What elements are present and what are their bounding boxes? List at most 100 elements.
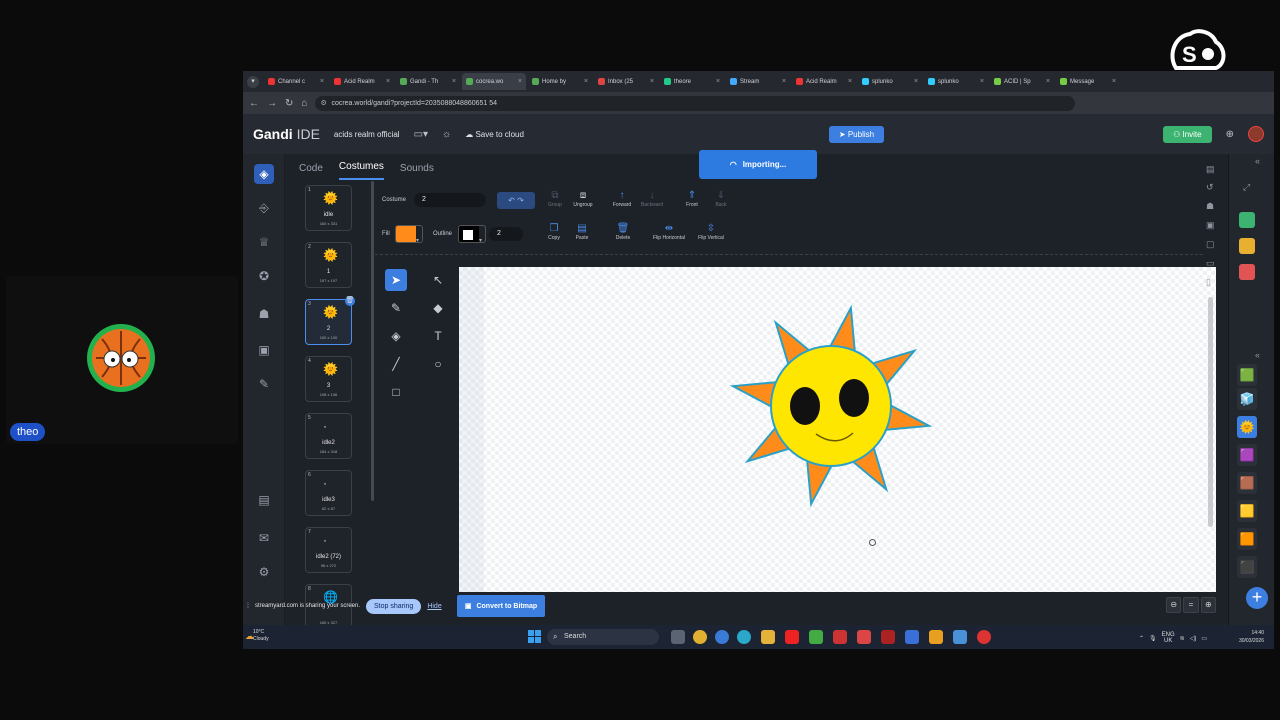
costume-item[interactable]: 6 · idle3 62 x 87 — [305, 470, 352, 516]
browser-tab[interactable]: Stream × — [726, 73, 790, 90]
terminal-icon[interactable]: ▭ — [1206, 258, 1215, 269]
rail-badge-icon[interactable]: ✪ — [254, 266, 274, 286]
hide-link[interactable]: Hide — [427, 603, 441, 610]
rail-edit-icon[interactable]: ✎ — [254, 374, 274, 394]
project-name[interactable]: acids realm official — [334, 130, 400, 139]
rail-chat-icon[interactable]: ✉ — [254, 528, 274, 548]
backward-button[interactable]: ↓ Backward — [637, 190, 667, 208]
text-tool-icon[interactable]: T — [427, 325, 449, 347]
copy-button[interactable]: ❐ Copy — [539, 223, 569, 241]
tab-costumes[interactable]: Costumes — [338, 161, 384, 180]
back-icon[interactable]: ← — [249, 98, 259, 109]
forward-button[interactable]: ↑ Forward — [607, 190, 637, 208]
convert-to-bitmap-button[interactable]: ▣ Convert to Bitmap — [457, 595, 545, 617]
browser-tab[interactable]: splunko × — [858, 73, 922, 90]
tab-close-icon[interactable]: × — [650, 78, 654, 85]
costume-list-scrollbar[interactable] — [371, 181, 374, 501]
costume-item[interactable]: 4 🌞 3 108 x 106 — [305, 356, 352, 402]
site-info-icon[interactable]: ⚙ — [320, 96, 326, 111]
flip-vertical-button[interactable]: ⇳ Flip Vertical — [691, 223, 731, 241]
wifi-icon[interactable]: ≋ — [1180, 635, 1185, 642]
rail-extension-icon[interactable]: ⎆ — [254, 198, 274, 218]
user-avatar[interactable] — [1248, 126, 1264, 142]
collapse-icon[interactable]: « — [1255, 156, 1260, 166]
outline-swatch[interactable]: ▾ — [458, 225, 486, 243]
invite-button[interactable]: ⚇ Invite — [1163, 125, 1212, 143]
app-icon-blue-2[interactable] — [953, 630, 967, 644]
tab-close-icon[interactable]: × — [716, 78, 720, 85]
app-icon-blue[interactable] — [905, 630, 919, 644]
group-button[interactable]: ⧉ Group — [540, 190, 570, 208]
tab-close-icon[interactable]: × — [386, 78, 390, 85]
sprite-thumb[interactable]: 🟨 — [1237, 500, 1257, 522]
undo-icon[interactable]: ↶ — [508, 196, 515, 205]
record-icon[interactable] — [977, 630, 991, 644]
tab-code[interactable]: Code — [299, 163, 323, 180]
sprites-collapse-icon[interactable]: « — [1255, 350, 1260, 360]
home-icon[interactable]: ⌂ — [301, 98, 307, 109]
forward-icon[interactable]: → — [267, 98, 277, 109]
costume-item[interactable]: 2 🌞 1 197 x 197 — [305, 242, 352, 288]
line-tool-icon[interactable]: ╱ — [385, 353, 407, 375]
sprite-thumb[interactable]: ⬛ — [1237, 556, 1257, 578]
rail-code-icon[interactable]: ◈ — [254, 164, 274, 184]
folder-icon[interactable]: ▭▾ — [414, 129, 428, 140]
rail-trophy-icon[interactable]: ♕ — [254, 232, 274, 252]
tray-chevron-icon[interactable]: ⌃ — [1139, 635, 1144, 642]
app-icon-red[interactable] — [833, 630, 847, 644]
robot-icon[interactable]: ☗ — [1206, 201, 1214, 212]
youtube-icon[interactable] — [785, 630, 799, 644]
volume-icon[interactable]: ◁) — [1190, 635, 1197, 642]
publish-button[interactable]: ➤ Publish — [828, 125, 885, 143]
browser-tab[interactable]: Home by × — [528, 73, 592, 90]
browser-tab[interactable]: splunko × — [924, 73, 988, 90]
save-to-cloud-button[interactable]: ☁ Save to cloud — [465, 130, 524, 139]
reload-icon[interactable]: ↻ — [285, 98, 293, 109]
app-icon-red-3[interactable] — [881, 630, 895, 644]
clock[interactable]: 14:40 30/03/2026 — [1239, 629, 1264, 645]
rectangle-tool-icon[interactable]: □ — [385, 381, 407, 403]
edge-icon[interactable] — [737, 630, 751, 644]
tab-close-icon[interactable]: × — [320, 78, 324, 85]
outline-width-input[interactable]: 2 — [489, 227, 523, 241]
add-sprite-button[interactable]: + — [1246, 587, 1268, 609]
sprite-thumb[interactable]: 🟩 — [1237, 364, 1257, 386]
tab-close-icon[interactable]: × — [1046, 78, 1050, 85]
chrome-icon[interactable] — [693, 630, 707, 644]
weather-widget[interactable]: 10°C Cloudy — [253, 629, 269, 643]
lightbulb-icon[interactable]: ☼ — [442, 129, 451, 140]
history-icon[interactable]: ↺ — [1206, 182, 1214, 193]
costume-item[interactable]: 5 · idle2 184 x 318 — [305, 413, 352, 459]
tab-close-icon[interactable]: × — [782, 78, 786, 85]
rail-image-icon[interactable]: ▣ — [254, 340, 274, 360]
select-tool-icon[interactable]: ➤ — [385, 269, 407, 291]
zoom-reset-icon[interactable]: = — [1183, 597, 1199, 613]
tab-close-icon[interactable]: × — [452, 78, 456, 85]
tab-close-icon[interactable]: × — [1112, 78, 1116, 85]
ungroup-button[interactable]: ⧈ Ungroup — [568, 190, 598, 208]
redo-icon[interactable]: ↷ — [517, 196, 524, 205]
tab-close-icon[interactable]: × — [980, 78, 984, 85]
browser-tab[interactable]: Gandi - Th × — [396, 73, 460, 90]
sprite-thumb[interactable]: 🟧 — [1237, 528, 1257, 550]
fill-swatch[interactable]: ▾ — [395, 225, 423, 243]
paste-button[interactable]: ▤ Paste — [567, 223, 597, 241]
browser-tab[interactable]: Acid Realm × — [792, 73, 856, 90]
brush-tool-icon[interactable]: ✎ — [385, 297, 407, 319]
tab-close-icon[interactable]: × — [518, 78, 522, 85]
circle-tool-icon[interactable]: ○ — [427, 353, 449, 375]
tab-close-icon[interactable]: × — [584, 78, 588, 85]
tab-sounds[interactable]: Sounds — [400, 163, 434, 180]
reshape-tool-icon[interactable]: ↖ — [427, 269, 449, 291]
browser-tab[interactable]: Channel c × — [264, 73, 328, 90]
green-flag-button[interactable] — [1239, 212, 1255, 228]
front-button[interactable]: ⇑ Front — [677, 190, 707, 208]
mic-icon[interactable]: 🎙 — [1149, 635, 1157, 642]
copilot-icon[interactable] — [715, 630, 729, 644]
sprite-thumb-selected[interactable]: 🌞 — [1237, 416, 1257, 438]
sprite-thumb[interactable]: 🟪 — [1237, 444, 1257, 466]
pause-button[interactable] — [1239, 238, 1255, 254]
fill-tool-icon[interactable]: ◈ — [385, 325, 407, 347]
app-icon-green[interactable] — [809, 630, 823, 644]
flip-horizontal-button[interactable]: ⇹ Flip Horizontal — [645, 223, 693, 241]
